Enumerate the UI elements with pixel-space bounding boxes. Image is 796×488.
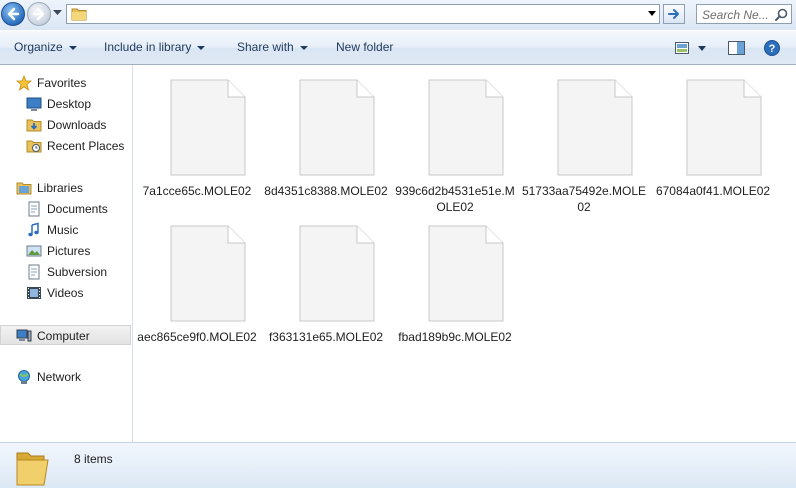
file-icon [299,79,375,176]
go-arrow-icon [668,9,679,19]
subversion-library-icon [28,264,40,280]
file-item[interactable]: f363131e65.MOLE02 [262,211,390,351]
file-item[interactable]: aec865ce9f0.MOLE02 [133,211,261,351]
file-icon [299,225,375,322]
organize-button[interactable]: Organize [14,40,77,54]
nav-item-network[interactable]: Network [0,367,131,387]
chevron-down-icon [197,45,206,50]
help-icon[interactable]: ? [764,40,780,56]
nav-label-downloads: Downloads [47,118,107,132]
nav-label-network: Network [37,370,82,384]
recent-pages-dropdown-icon[interactable] [53,10,62,16]
change-view-icon[interactable] [675,42,689,54]
navigation-pane: Favorites Desktop Downloads Recent Place… [0,65,133,442]
nav-item-videos[interactable]: Videos [0,283,131,303]
recent-places-icon [26,140,42,153]
nav-item-libraries[interactable]: Libraries [0,178,131,198]
nav-item-computer[interactable]: Computer [0,325,131,345]
libraries-icon [16,182,32,195]
nav-item-downloads[interactable]: Downloads [0,115,131,135]
nav-label-music: Music [47,223,79,237]
back-button[interactable] [1,2,25,26]
details-pane: 8 items [0,442,796,488]
file-name: 51733aa75492e.MOLE02 [521,184,647,214]
address-bar: Search Ne... [0,0,796,30]
new-folder-label: New folder [336,40,394,54]
desktop-icon [26,97,42,111]
file-icon [686,79,762,176]
documents-icon [28,201,40,217]
music-icon [28,222,39,237]
forward-arrow-icon [32,7,45,21]
view-options-dropdown-icon[interactable] [698,46,706,51]
file-icon [428,79,504,176]
chevron-down-icon [299,45,308,50]
file-name: 7a1cce65c.MOLE02 [142,184,252,198]
address-dropdown-icon[interactable] [648,11,656,16]
nav-item-pictures[interactable]: Pictures [0,241,131,261]
nav-label-documents: Documents [47,202,108,216]
nav-item-recent-places[interactable]: Recent Places [0,136,131,156]
search-icon[interactable] [775,8,788,21]
file-item[interactable]: 67084a0f41.MOLE02 [649,65,777,205]
nav-label-favorites: Favorites [37,76,87,90]
share-with-button[interactable]: Share with [237,40,308,54]
preview-pane-icon[interactable] [728,41,745,55]
nav-item-music[interactable]: Music [0,220,131,240]
item-count: 8 items [74,452,113,466]
nav-label-computer: Computer [37,329,90,343]
file-name: 8d4351c8388.MOLE02 [264,184,388,198]
search-placeholder: Search Ne... [702,8,769,22]
nav-label-desktop: Desktop [47,97,92,111]
chevron-down-icon [68,45,77,50]
share-with-label: Share with [237,40,294,54]
include-in-library-label: Include in library [104,40,192,54]
include-in-library-button[interactable]: Include in library [104,40,206,54]
go-button[interactable] [663,4,685,24]
pictures-icon [26,245,42,257]
folder-icon [71,8,87,21]
forward-button[interactable] [27,2,51,26]
network-icon [18,370,30,384]
nav-item-subversion[interactable]: Subversion [0,262,131,282]
videos-icon [27,287,41,299]
back-arrow-icon [7,7,20,21]
file-icon [170,79,246,176]
file-name: aec865ce9f0.MOLE02 [137,330,257,344]
nav-item-documents[interactable]: Documents [0,199,131,219]
new-folder-button[interactable]: New folder [336,40,393,54]
file-item[interactable]: 51733aa75492e.MOLE02 [520,65,648,214]
downloads-folder-icon [26,119,42,132]
svg-text:?: ? [769,43,776,55]
file-icon [428,225,504,322]
file-icon [170,225,246,322]
address-field[interactable] [66,4,660,24]
nav-label-subversion: Subversion [47,265,108,279]
file-name: fbad189b9c.MOLE02 [398,330,512,344]
nav-item-desktop[interactable]: Desktop [0,94,131,114]
folder-icon [16,452,49,486]
nav-item-favorites[interactable]: Favorites [0,73,131,93]
command-bar: Organize Include in library Share with N… [0,30,796,65]
file-icon [557,79,633,176]
file-list: 7a1cce65c.MOLE02 8d4351c8388.MOLE02 939c… [133,65,796,442]
file-item[interactable]: fbad189b9c.MOLE02 [391,211,519,351]
search-input[interactable]: Search Ne... [696,4,792,24]
nav-label-recent-places: Recent Places [47,139,125,153]
file-item[interactable]: 8d4351c8388.MOLE02 [262,65,390,205]
nav-label-videos: Videos [47,286,84,300]
file-name: f363131e65.MOLE02 [268,330,384,344]
computer-icon [16,329,32,342]
file-name: 67084a0f41.MOLE02 [655,184,771,198]
file-item[interactable]: 939c6d2b4531e51e.MOLE02 [391,65,519,214]
nav-label-pictures: Pictures [47,244,91,258]
file-item[interactable]: 7a1cce65c.MOLE02 [133,65,261,205]
star-icon [16,75,32,91]
organize-label: Organize [14,40,63,54]
nav-label-libraries: Libraries [37,181,84,195]
